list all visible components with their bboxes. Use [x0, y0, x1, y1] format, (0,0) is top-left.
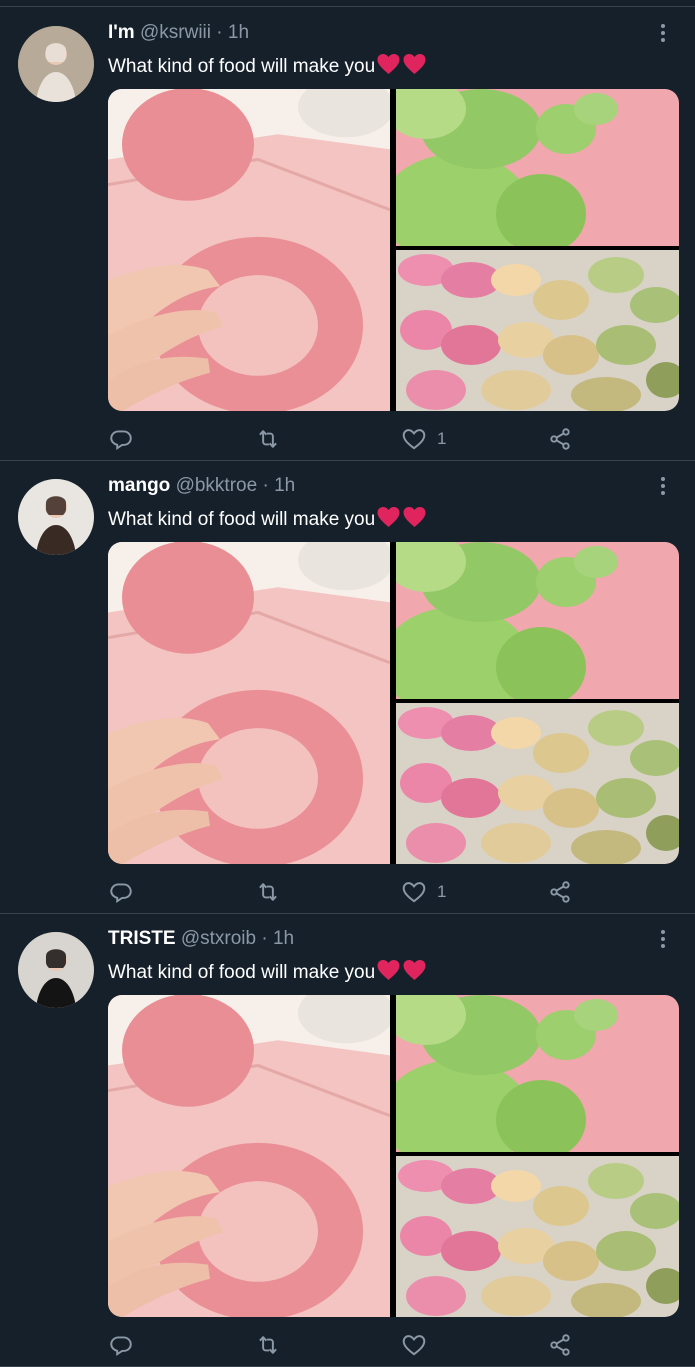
tweet-actions [108, 1330, 679, 1360]
retweet-button[interactable] [255, 877, 281, 907]
avatar[interactable] [18, 479, 94, 555]
more-vertical-icon [661, 24, 665, 42]
reply-icon [110, 430, 132, 451]
more-options-button[interactable] [653, 475, 673, 497]
photo-green-dumplings[interactable] [396, 89, 679, 246]
photo-mixed-dumplings[interactable] [396, 703, 679, 864]
photo-pink-dough[interactable] [108, 995, 390, 1317]
more-options-button[interactable] [653, 22, 673, 44]
like-button[interactable]: 1 [401, 424, 446, 454]
user-handle[interactable]: @ksrwiii [140, 22, 211, 43]
user-handle[interactable]: @stxroib [181, 928, 256, 949]
tweet-header: I'm @ksrwiii · 1h [108, 21, 249, 45]
red-heart-icon [377, 507, 400, 527]
retweet-icon [259, 1336, 277, 1354]
tweet[interactable]: mango @bkktroe · 1h What kind of food wi… [0, 461, 695, 914]
photo-pink-dough[interactable] [108, 89, 390, 411]
timestamp[interactable]: 1h [273, 928, 294, 949]
tweet-text: What kind of food will make you [108, 53, 427, 81]
share-button[interactable] [547, 877, 573, 907]
timestamp[interactable]: 1h [274, 475, 295, 496]
red-heart-icon [403, 54, 426, 74]
reply-button[interactable] [108, 877, 134, 907]
retweet-icon [259, 883, 277, 901]
more-vertical-icon [661, 477, 665, 495]
retweet-button[interactable] [255, 424, 281, 454]
like-count: 1 [437, 429, 447, 448]
display-name[interactable]: TRISTE [108, 928, 176, 949]
tweet-header: mango @bkktroe · 1h [108, 474, 295, 498]
like-button[interactable]: 1 [401, 877, 446, 907]
tweet[interactable]: TRISTE @stxroib · 1h What kind of food w… [0, 914, 695, 1367]
red-heart-icon [377, 54, 400, 74]
like-button[interactable] [401, 1330, 437, 1360]
heart-outline-icon [402, 1335, 426, 1356]
tweet-header: TRISTE @stxroib · 1h [108, 927, 294, 951]
share-icon [550, 881, 570, 903]
heart-outline-icon [402, 429, 426, 450]
photo-green-dumplings[interactable] [396, 542, 679, 699]
heart-outline-icon [402, 882, 426, 903]
tweet-actions: 1 [108, 424, 679, 454]
media-grid [108, 542, 679, 864]
display-name[interactable]: I'm [108, 22, 135, 43]
media-grid [108, 995, 679, 1317]
tweet-text-body: What kind of food will make you [108, 509, 376, 530]
photo-pink-dough[interactable] [108, 542, 390, 864]
tweet-text-body: What kind of food will make you [108, 56, 376, 77]
avatar[interactable] [18, 26, 94, 102]
share-icon [550, 1334, 570, 1356]
tweet[interactable]: I'm @ksrwiii · 1h What kind of food will… [0, 8, 695, 461]
top-divider [0, 0, 695, 7]
tweet-text-body: What kind of food will make you [108, 962, 376, 983]
share-button[interactable] [547, 424, 573, 454]
red-heart-icon [403, 960, 426, 980]
more-vertical-icon [661, 930, 665, 948]
avatar[interactable] [18, 932, 94, 1008]
user-handle[interactable]: @bkktroe [176, 475, 258, 496]
display-name[interactable]: mango [108, 475, 170, 496]
retweet-button[interactable] [255, 1330, 281, 1360]
separator: · [262, 475, 269, 496]
photo-mixed-dumplings[interactable] [396, 1156, 679, 1317]
tweet-text: What kind of food will make you [108, 506, 427, 534]
like-count: 1 [437, 882, 447, 901]
separator: · [216, 22, 223, 43]
red-heart-icon [377, 960, 400, 980]
more-options-button[interactable] [653, 928, 673, 950]
reply-button[interactable] [108, 424, 134, 454]
timestamp[interactable]: 1h [228, 22, 249, 43]
share-button[interactable] [547, 1330, 573, 1360]
media-grid [108, 89, 679, 411]
share-icon [550, 428, 570, 450]
photo-mixed-dumplings[interactable] [396, 250, 679, 411]
separator: · [261, 928, 268, 949]
reply-button[interactable] [108, 1330, 134, 1360]
retweet-icon [259, 430, 277, 448]
tweet-text: What kind of food will make you [108, 959, 427, 987]
red-heart-icon [403, 507, 426, 527]
reply-icon [110, 1336, 132, 1357]
tweet-actions: 1 [108, 877, 679, 907]
photo-green-dumplings[interactable] [396, 995, 679, 1152]
reply-icon [110, 883, 132, 904]
